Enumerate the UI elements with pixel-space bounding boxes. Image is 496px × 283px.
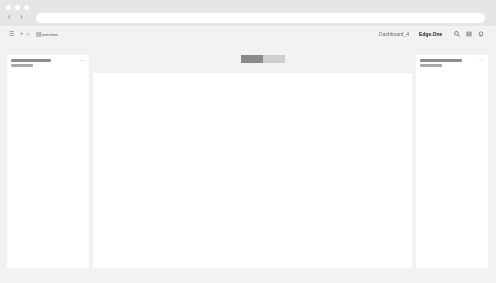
left-panel: … <box>7 55 89 268</box>
window-control-dot[interactable] <box>24 5 29 10</box>
panel-subtitle-placeholder <box>420 64 442 67</box>
right-panel: … <box>416 55 488 268</box>
address-bar[interactable] <box>36 13 485 23</box>
view-toggle-option[interactable] <box>263 55 285 63</box>
more-icon[interactable]: … <box>80 58 85 63</box>
chevron-right-icon[interactable]: › <box>20 13 23 21</box>
panel-subtitle-placeholder <box>11 64 33 67</box>
main-canvas <box>93 73 412 268</box>
pin-icon[interactable]: ○ <box>26 32 30 38</box>
chevron-left-icon[interactable]: ‹ <box>8 13 11 21</box>
search-icon[interactable] <box>454 31 460 37</box>
plus-icon[interactable]: + <box>20 32 24 38</box>
window-control-dot[interactable] <box>15 5 20 10</box>
panel-title-placeholder <box>420 59 462 62</box>
brand-title[interactable]: Edge.One <box>419 32 442 38</box>
toolbar-label: overview <box>42 32 58 37</box>
panel-title-placeholder <box>11 59 51 62</box>
browser-chrome: ‹ › <box>0 0 496 26</box>
bell-icon[interactable] <box>478 31 484 37</box>
layout-icon[interactable]: ▤ <box>36 32 42 38</box>
dashboard-title[interactable]: Dashboard_4 <box>379 32 409 38</box>
grid-icon[interactable] <box>466 31 472 37</box>
window-control-dot[interactable] <box>6 5 11 10</box>
app-toolbar: ☰ + ○ ▤ overview Dashboard_4 Edge.One <box>0 28 496 42</box>
menu-icon[interactable]: ☰ <box>9 32 14 38</box>
view-toggle-option[interactable] <box>241 55 263 63</box>
more-icon[interactable]: … <box>479 58 484 63</box>
